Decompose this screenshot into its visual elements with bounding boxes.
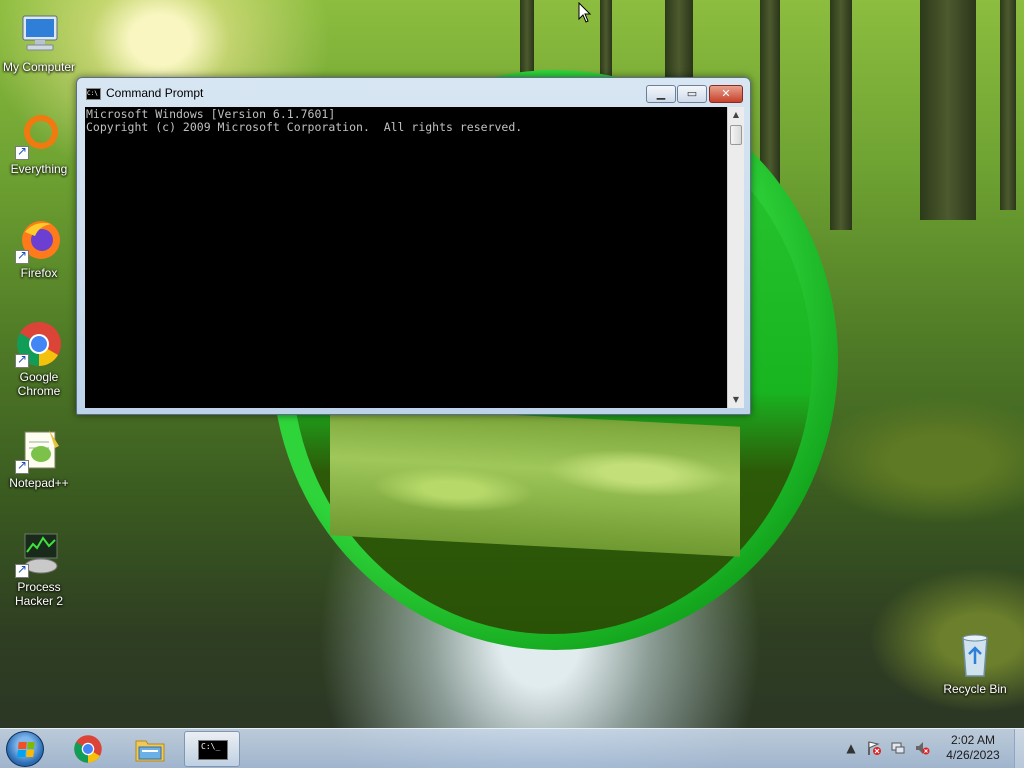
shortcut-arrow-icon xyxy=(15,352,29,368)
desktop-icon-label: Firefox xyxy=(20,266,58,280)
wallpaper-forest-panel xyxy=(330,405,740,557)
volume-muted-icon[interactable] xyxy=(914,740,930,756)
chrome-icon xyxy=(74,735,102,763)
desktop-icon-label: Notepad++ xyxy=(9,476,69,490)
start-button[interactable] xyxy=(6,731,44,767)
windows-logo-icon xyxy=(17,742,35,757)
firefox-icon xyxy=(15,216,63,264)
minimize-button[interactable]: ▁ xyxy=(646,85,676,103)
desktop-icon-recycle-bin[interactable]: Recycle Bin xyxy=(936,632,1014,696)
network-icon[interactable] xyxy=(890,740,906,756)
show-desktop-button[interactable] xyxy=(1014,729,1024,768)
cmd-icon: C:\_ xyxy=(198,740,228,760)
command-prompt-window[interactable]: C:\ Command Prompt ▁ ▭ ✕ Microsoft Windo… xyxy=(76,77,751,415)
scrollbar-thumb[interactable] xyxy=(730,125,742,145)
shortcut-arrow-icon xyxy=(15,458,29,474)
window-title: Command Prompt xyxy=(106,86,204,100)
recycle-bin-icon xyxy=(951,632,999,680)
shortcut-arrow-icon xyxy=(15,248,29,264)
desktop-icon-google-chrome[interactable]: Google Chrome xyxy=(0,320,78,398)
desktop-icon-label: Everything xyxy=(10,162,68,176)
everything-search-icon xyxy=(15,112,63,160)
desktop-icon-label: Recycle Bin xyxy=(943,682,1007,696)
folder-icon xyxy=(135,740,165,762)
console-line: Microsoft Windows [Version 6.1.7601] xyxy=(86,107,336,121)
scroll-down-arrow-icon[interactable]: ▼ xyxy=(728,392,744,408)
desktop-icon-notepadpp[interactable]: Notepad++ xyxy=(0,426,78,490)
show-hidden-icons-icon[interactable]: ▲ xyxy=(843,740,859,756)
taskbar: C:\_ ▲ 2:02 AM 4/26/2023 xyxy=(0,728,1024,768)
taskbar-chrome-button[interactable] xyxy=(60,731,116,767)
desktop-icon-label: Process Hacker 2 xyxy=(14,580,64,608)
clock-date: 4/26/2023 xyxy=(946,748,1000,762)
window-titlebar[interactable]: C:\ Command Prompt ▁ ▭ ✕ xyxy=(77,78,750,106)
desktop-icon-everything[interactable]: Everything xyxy=(0,112,78,176)
shortcut-arrow-icon xyxy=(15,562,29,578)
scroll-up-arrow-icon[interactable]: ▲ xyxy=(728,107,744,123)
console-line: Copyright (c) 2009 Microsoft Corporation… xyxy=(86,119,523,134)
vertical-scrollbar[interactable]: ▲ ▼ xyxy=(727,107,744,408)
taskbar-cmd-button[interactable]: C:\_ xyxy=(184,731,240,767)
desktop-icon-my-computer[interactable]: My Computer xyxy=(0,10,78,74)
maximize-button[interactable]: ▭ xyxy=(677,85,707,103)
desktop-icon-label: Google Chrome xyxy=(17,370,61,398)
shortcut-arrow-icon xyxy=(15,144,29,160)
action-center-flag-icon[interactable] xyxy=(866,740,882,756)
cmd-icon: C:\ xyxy=(86,88,101,100)
clock-time: 2:02 AM xyxy=(950,733,996,747)
taskbar-explorer-button[interactable] xyxy=(122,731,178,767)
desktop-icon-firefox[interactable]: Firefox xyxy=(0,216,78,280)
chrome-icon xyxy=(15,320,63,368)
close-button[interactable]: ✕ xyxy=(709,85,743,103)
desktop-icon-label: My Computer xyxy=(2,60,76,74)
system-clock[interactable]: 2:02 AM 4/26/2023 xyxy=(940,733,1006,763)
computer-icon xyxy=(15,10,63,58)
notepadpp-icon xyxy=(15,426,63,474)
desktop-icon-process-hacker[interactable]: Process Hacker 2 xyxy=(0,530,78,608)
process-hacker-icon xyxy=(15,530,63,578)
console-output[interactable]: Microsoft Windows [Version 6.1.7601] Copy… xyxy=(85,107,727,408)
mouse-pointer-icon xyxy=(578,2,592,23)
